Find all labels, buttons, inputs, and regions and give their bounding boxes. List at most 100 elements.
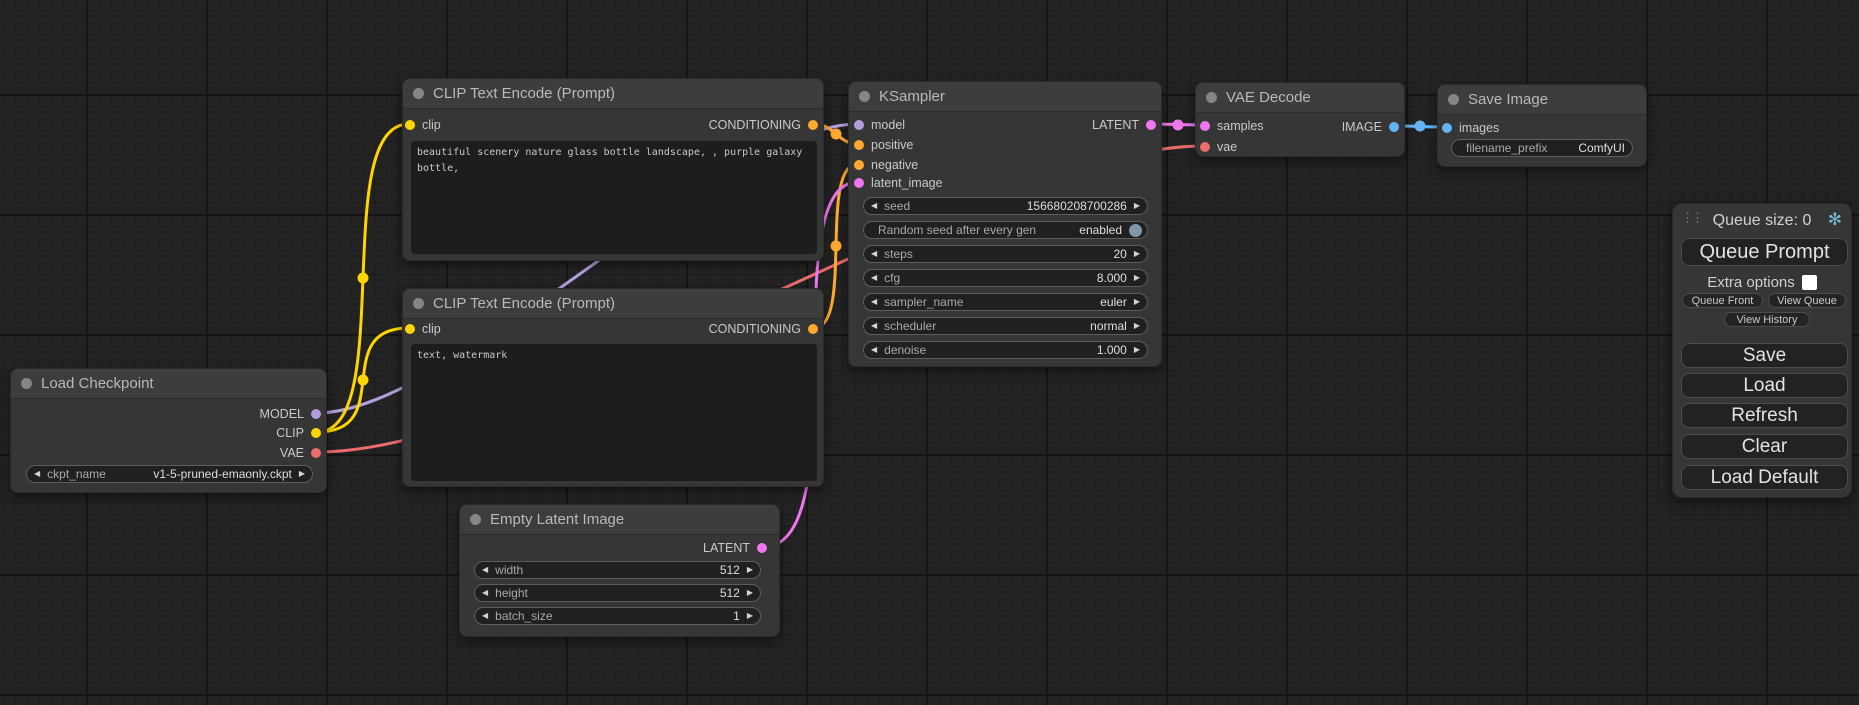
input-model[interactable]: model: [854, 116, 905, 134]
increment-arrow-icon[interactable]: ▶: [299, 470, 305, 478]
load-button[interactable]: Load: [1681, 373, 1848, 398]
height-widget[interactable]: ◀ height 512 ▶: [474, 584, 761, 602]
decrement-arrow-icon[interactable]: ◀: [482, 566, 488, 574]
collapse-dot-icon[interactable]: [413, 88, 424, 99]
model-port-icon[interactable]: [854, 120, 864, 130]
input-positive[interactable]: positive: [854, 136, 913, 154]
extra-options-checkbox[interactable]: [1802, 275, 1817, 290]
batch-size-widget[interactable]: ◀ batch_size 1 ▶: [474, 607, 761, 625]
increment-arrow-icon[interactable]: ▶: [1134, 322, 1140, 330]
load-default-button[interactable]: Load Default: [1681, 465, 1848, 490]
conditioning-port-icon[interactable]: [854, 140, 864, 150]
queue-front-button[interactable]: Queue Front: [1682, 293, 1763, 308]
refresh-button[interactable]: Refresh: [1681, 403, 1848, 428]
node-title-bar[interactable]: Empty Latent Image: [460, 505, 779, 535]
increment-arrow-icon[interactable]: ▶: [1134, 298, 1140, 306]
decrement-arrow-icon[interactable]: ◀: [871, 346, 877, 354]
input-vae[interactable]: vae: [1200, 138, 1237, 156]
image-port-icon[interactable]: [1442, 123, 1452, 133]
width-widget[interactable]: ◀ width 512 ▶: [474, 561, 761, 579]
denoise-widget[interactable]: ◀ denoise 1.000 ▶: [863, 341, 1148, 359]
decrement-arrow-icon[interactable]: ◀: [871, 322, 877, 330]
node-ksampler[interactable]: KSampler model positive negative latent_…: [848, 81, 1162, 367]
settings-gear-icon[interactable]: ✻: [1828, 210, 1842, 230]
view-queue-button[interactable]: View Queue: [1768, 293, 1846, 308]
input-latent-image[interactable]: latent_image: [854, 174, 943, 192]
collapse-dot-icon[interactable]: [21, 378, 32, 389]
output-model[interactable]: MODEL: [260, 405, 321, 423]
node-title-bar[interactable]: Save Image: [1438, 85, 1646, 115]
latent-port-icon[interactable]: [1200, 121, 1210, 131]
node-title-bar[interactable]: VAE Decode: [1196, 83, 1404, 113]
increment-arrow-icon[interactable]: ▶: [1134, 274, 1140, 282]
collapse-dot-icon[interactable]: [859, 91, 870, 102]
decrement-arrow-icon[interactable]: ◀: [482, 589, 488, 597]
latent-port-icon[interactable]: [757, 543, 767, 553]
clip-port-icon[interactable]: [311, 428, 321, 438]
node-title-bar[interactable]: CLIP Text Encode (Prompt): [403, 289, 823, 319]
output-latent[interactable]: LATENT: [703, 539, 767, 557]
filename-prefix-widget[interactable]: filename_prefix ComfyUI: [1451, 139, 1633, 157]
input-clip[interactable]: clip: [405, 320, 441, 338]
increment-arrow-icon[interactable]: ▶: [747, 589, 753, 597]
node-title-bar[interactable]: Load Checkpoint: [11, 369, 326, 399]
positive-prompt-textarea[interactable]: beautiful scenery nature glass bottle la…: [411, 141, 817, 254]
latent-port-icon[interactable]: [854, 178, 864, 188]
output-latent[interactable]: LATENT: [1092, 116, 1156, 134]
input-samples[interactable]: samples: [1200, 117, 1264, 135]
node-vae-decode[interactable]: VAE Decode samples vae IMAGE: [1195, 82, 1405, 157]
input-clip[interactable]: clip: [405, 116, 441, 134]
sampler-name-widget[interactable]: ◀ sampler_name euler ▶: [863, 293, 1148, 311]
output-clip[interactable]: CLIP: [276, 424, 321, 442]
scheduler-widget[interactable]: ◀ scheduler normal ▶: [863, 317, 1148, 335]
increment-arrow-icon[interactable]: ▶: [747, 566, 753, 574]
latent-port-icon[interactable]: [1146, 120, 1156, 130]
node-load-checkpoint[interactable]: Load Checkpoint MODEL CLIP VAE ◀ ckpt_na…: [10, 368, 327, 493]
negative-prompt-textarea[interactable]: text, watermark: [411, 344, 817, 481]
clear-button[interactable]: Clear: [1681, 434, 1848, 459]
clip-port-icon[interactable]: [405, 324, 415, 334]
increment-arrow-icon[interactable]: ▶: [1134, 346, 1140, 354]
conditioning-port-icon[interactable]: [808, 120, 818, 130]
ckpt-name-widget[interactable]: ◀ ckpt_name v1-5-pruned-emaonly.ckpt ▶: [26, 465, 313, 483]
vae-port-icon[interactable]: [1200, 142, 1210, 152]
model-port-icon[interactable]: [311, 409, 321, 419]
conditioning-port-icon[interactable]: [808, 324, 818, 334]
input-negative[interactable]: negative: [854, 156, 918, 174]
save-button[interactable]: Save: [1681, 343, 1848, 368]
queue-prompt-button[interactable]: Queue Prompt: [1681, 238, 1848, 266]
node-title-bar[interactable]: CLIP Text Encode (Prompt): [403, 79, 823, 109]
conditioning-port-icon[interactable]: [854, 160, 864, 170]
toggle-circle-icon[interactable]: [1129, 224, 1142, 237]
random-seed-toggle-widget[interactable]: Random seed after every gen enabled: [863, 221, 1148, 239]
decrement-arrow-icon[interactable]: ◀: [871, 250, 877, 258]
node-clip-text-encode-positive[interactable]: CLIP Text Encode (Prompt) clip CONDITION…: [402, 78, 824, 261]
steps-widget[interactable]: ◀ steps 20 ▶: [863, 245, 1148, 263]
increment-arrow-icon[interactable]: ▶: [747, 612, 753, 620]
node-save-image[interactable]: Save Image images filename_prefix ComfyU…: [1437, 84, 1647, 167]
decrement-arrow-icon[interactable]: ◀: [871, 274, 877, 282]
collapse-dot-icon[interactable]: [1206, 92, 1217, 103]
output-conditioning[interactable]: CONDITIONING: [709, 116, 818, 134]
queue-panel[interactable]: ⋮⋮ Queue size: 0 ✻ Queue Prompt Extra op…: [1672, 203, 1852, 498]
node-title-bar[interactable]: KSampler: [849, 82, 1161, 112]
node-clip-text-encode-negative[interactable]: CLIP Text Encode (Prompt) clip CONDITION…: [402, 288, 824, 487]
increment-arrow-icon[interactable]: ▶: [1134, 202, 1140, 210]
image-port-icon[interactable]: [1389, 122, 1399, 132]
output-conditioning[interactable]: CONDITIONING: [709, 320, 818, 338]
node-empty-latent-image[interactable]: Empty Latent Image LATENT ◀ width 512 ▶ …: [459, 504, 780, 637]
vae-port-icon[interactable]: [311, 448, 321, 458]
input-images[interactable]: images: [1442, 119, 1499, 137]
clip-port-icon[interactable]: [405, 120, 415, 130]
decrement-arrow-icon[interactable]: ◀: [34, 470, 40, 478]
view-history-button[interactable]: View History: [1724, 312, 1810, 327]
increment-arrow-icon[interactable]: ▶: [1134, 250, 1140, 258]
seed-widget[interactable]: ◀ seed 156680208700286 ▶: [863, 197, 1148, 215]
decrement-arrow-icon[interactable]: ◀: [871, 202, 877, 210]
collapse-dot-icon[interactable]: [413, 298, 424, 309]
decrement-arrow-icon[interactable]: ◀: [482, 612, 488, 620]
cfg-widget[interactable]: ◀ cfg 8.000 ▶: [863, 269, 1148, 287]
node-graph-canvas[interactable]: Load Checkpoint MODEL CLIP VAE ◀ ckpt_na…: [0, 0, 1859, 705]
output-image[interactable]: IMAGE: [1342, 118, 1399, 136]
collapse-dot-icon[interactable]: [470, 514, 481, 525]
